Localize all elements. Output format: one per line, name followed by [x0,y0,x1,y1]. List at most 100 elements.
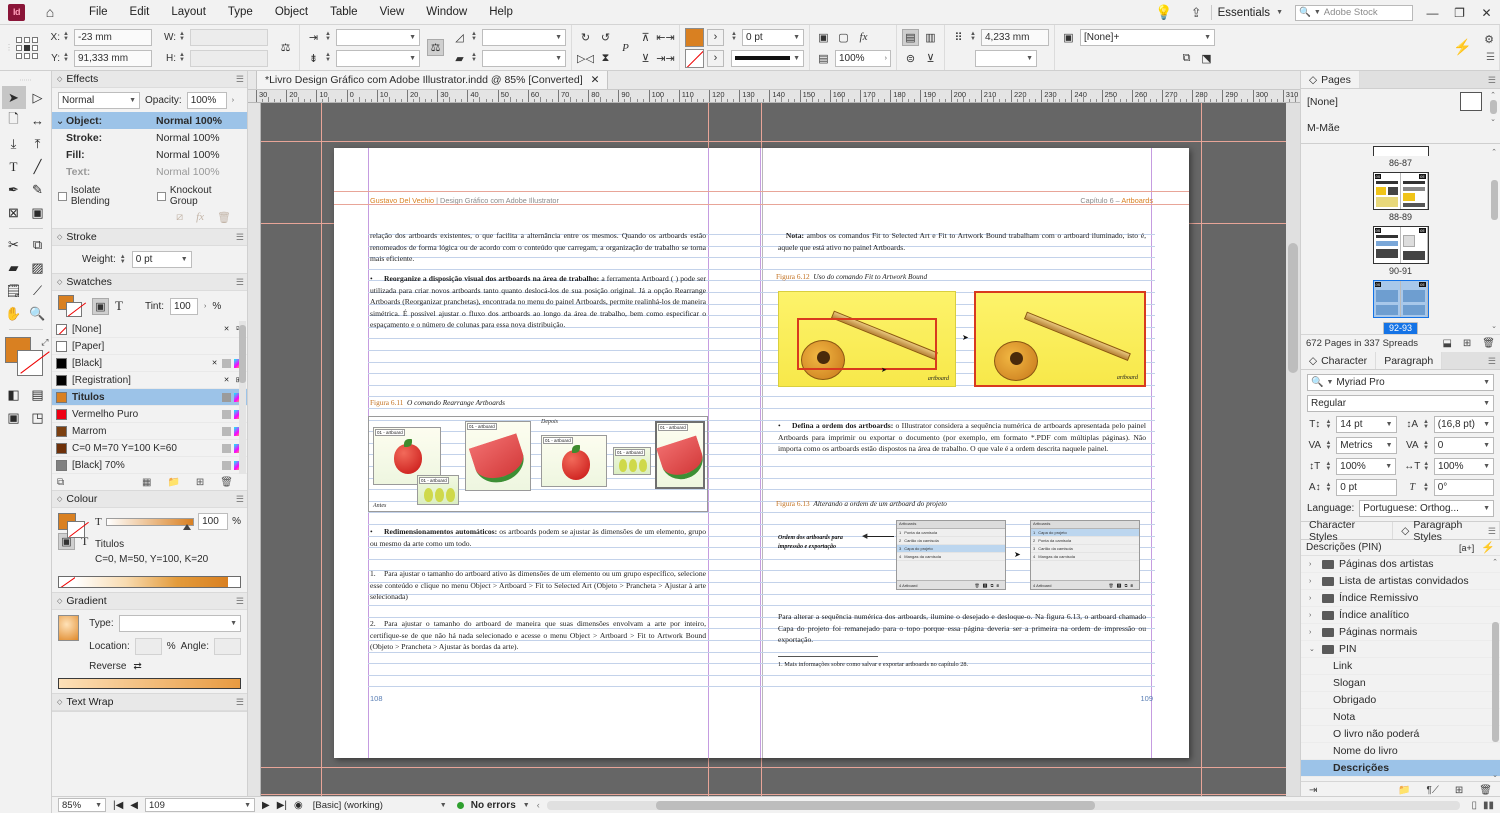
colour-spectrum-ramp[interactable] [58,576,241,588]
new-style-icon[interactable]: ⊞ [1455,785,1463,796]
leading-stepper[interactable]: ▲ ▼ [1423,417,1431,432]
style-item[interactable]: Nome do livro [1301,743,1500,760]
gradient-angle-field[interactable] [214,638,241,655]
hand-tool[interactable]: ✋ [2,302,26,325]
style-folder-item-pin[interactable]: ⌄ PIN [1301,641,1500,658]
tracking-field[interactable]: 0 ▼ [1433,437,1494,454]
fill-stroke-proxy[interactable]: ⤢ [3,337,50,377]
tint-slider[interactable] [105,517,195,530]
stroke-style-field[interactable]: ▼ [731,49,804,67]
gradient-type-select[interactable]: ▼ [118,615,241,632]
chevron-right-icon[interactable]: › [1309,561,1317,568]
right-page-bullet-3[interactable]: • Defina a ordem dos artboards: o Illustr… [778,420,1146,455]
masters-scroll-arrows[interactable]: ⌃ ⌄ [1488,91,1498,123]
panel-menu-icon[interactable]: ☰ [236,596,244,607]
menu-item-help[interactable]: Help [478,3,524,21]
horizontal-scale-field[interactable]: 100% ▼ [1433,458,1495,475]
quick-apply-icon[interactable]: ⚡ [1453,38,1472,56]
edit-page-size-icon[interactable]: ⬓ [1442,338,1451,349]
zoom-level-field[interactable]: 85% ▼ [58,798,106,812]
master-item-none[interactable]: [None] [1301,89,1500,115]
tab-character[interactable]: ◇ Character [1301,352,1377,369]
previous-page-icon[interactable]: ◀ [130,800,138,811]
left-page-list-item-1[interactable]: 1. Para ajustar o tamanho do artboard ati… [370,568,706,603]
rotate-stepper[interactable]: ▲ ▼ [471,30,479,45]
opacity-field[interactable]: 100% › [835,49,891,67]
frame-tool[interactable]: ⊠ [2,201,26,224]
style-folder-item[interactable]: › Páginas dos artistas [1301,556,1500,573]
next-page-icon[interactable]: ▶ [262,800,270,811]
delete-effect-icon[interactable]: 🗑 [217,211,231,224]
w-stepper[interactable]: ▲ ▼ [179,30,187,45]
style-folder-item[interactable]: › Páginas normais [1301,624,1500,641]
left-page-bullet-1[interactable]: • Reorganize a disposição visual dos artb… [370,273,706,331]
menu-item-edit[interactable]: Edit [119,3,161,21]
rotate-cw-icon[interactable]: ↻ [577,29,594,46]
workspace-switcher[interactable]: Essentials ▼ [1212,7,1289,19]
maximize-button[interactable]: ❐ [1446,0,1473,25]
horizontal-scale-stepper[interactable]: ▲ ▼ [1423,459,1431,474]
figure-613-image[interactable]: Ordem dos artboards para impressão e exp… [778,518,1146,604]
eyedropper-tool[interactable]: ⟋ [26,279,50,302]
page-tool[interactable]: 🗋 [2,109,26,132]
panel-menu-icon[interactable]: ☰ [236,74,244,85]
spread-thumbnail-partial[interactable] [1372,146,1429,156]
swatch-item[interactable]: [Paper] [52,338,247,355]
constrain-scale-icon[interactable]: ⚖ [427,39,444,56]
colour-tint-field[interactable]: 100 [198,513,229,530]
folio-right[interactable]: 109 [1140,694,1153,703]
styles-scrollbar[interactable]: ⌃ ⌄ [1491,558,1499,779]
preflight-profile-field[interactable]: [Basic] (working) ▼ [310,798,450,812]
collapse-arrow-icon[interactable]: ◇ [57,75,62,83]
pages-scrollbar[interactable]: ⌃ ⌄ [1490,148,1498,330]
style-item[interactable]: Slogan [1301,675,1500,692]
folio-left[interactable]: 108 [370,694,383,703]
tools-drag-handle[interactable]: ⋯⋯ [20,77,32,84]
style-item-selected[interactable]: Descrições [1301,760,1500,777]
style-folder-item[interactable]: › Lista de artistas convidados [1301,573,1500,590]
leading-field[interactable]: (16,8 pt) ▼ [1433,416,1494,433]
corner-options-icon[interactable]: ▣ [815,29,832,46]
stroke-weight-stepper[interactable]: ▲ ▼ [120,252,128,267]
tint-flyout-icon[interactable]: › [204,303,206,310]
apply-color-icon[interactable]: ◧ [2,383,26,406]
stroke-swatch[interactable] [685,48,704,68]
gap-field[interactable]: 4,233 mm [981,28,1049,46]
spread-thumbnail-selected[interactable]: 05 05 [1372,280,1429,318]
preflight-menu-icon[interactable]: ▼ [523,802,530,809]
left-page-bullet-2[interactable]: • Redimensionamentos automáticos: os artb… [370,526,706,549]
control-panel-menu-icon[interactable]: ☰ [1486,52,1495,63]
scissors-tool[interactable]: ✂ [2,233,26,256]
gradient-panel-header[interactable]: ◇ Gradient ☰ [52,593,247,610]
swatch-item[interactable]: [Black] 70% [52,457,247,474]
y-stepper[interactable]: ▲ ▼ [63,51,71,66]
blend-mode-select[interactable]: Normal ▼ [58,92,140,109]
drop-shadow-icon[interactable]: ▢ [835,29,852,46]
tab-pages[interactable]: ◇ Pages [1301,71,1360,88]
tab-character-styles[interactable]: Character Styles [1301,519,1394,543]
language-field[interactable]: Portuguese: Orthog... ▼ [1359,500,1494,517]
fill-dropdown-icon[interactable]: › [707,28,724,46]
reference-point-proxy[interactable] [16,36,38,59]
colour-fill-stroke-proxy[interactable] [58,513,89,539]
chevron-down-icon[interactable]: ⌄ [1309,645,1317,653]
left-page-paragraph-1[interactable]: relação dos artboards existentes, o que … [370,230,706,265]
page-view-single-icon[interactable]: ▯ [1471,800,1477,811]
flip-horizontal-icon[interactable]: ▷◁ [577,50,594,67]
pencil-tool[interactable]: ✎ [26,178,50,201]
tracking-stepper[interactable]: ▲ ▼ [1423,438,1431,453]
rotate-ccw-icon[interactable]: ↺ [597,29,614,46]
preview-mode-icon[interactable]: ◳ [26,406,50,429]
style-override-badge[interactable]: [a+] [1459,543,1474,553]
constrain-proportions-icon[interactable]: ⚖ [277,39,294,56]
select-container-icon[interactable]: P [617,39,634,56]
figure-611-caption[interactable]: Figura 6.11 O comando Rearrange Artboard… [370,398,505,407]
stroke-weight-field[interactable]: 0 pt ▼ [742,28,804,46]
effects-row-stroke[interactable]: Stroke: Normal 100% [52,129,247,146]
canvas[interactable]: Gustavo Del Vechio | Design Gráfico com … [261,103,1286,796]
stroke-panel-header[interactable]: ◇ Stroke ☰ [52,229,247,246]
h-stepper[interactable]: ▲ ▼ [179,51,187,66]
menu-item-view[interactable]: View [369,3,416,21]
free-transform-tool[interactable]: ⧉ [26,233,50,256]
delete-swatch-icon[interactable]: 🗑 [220,477,233,488]
